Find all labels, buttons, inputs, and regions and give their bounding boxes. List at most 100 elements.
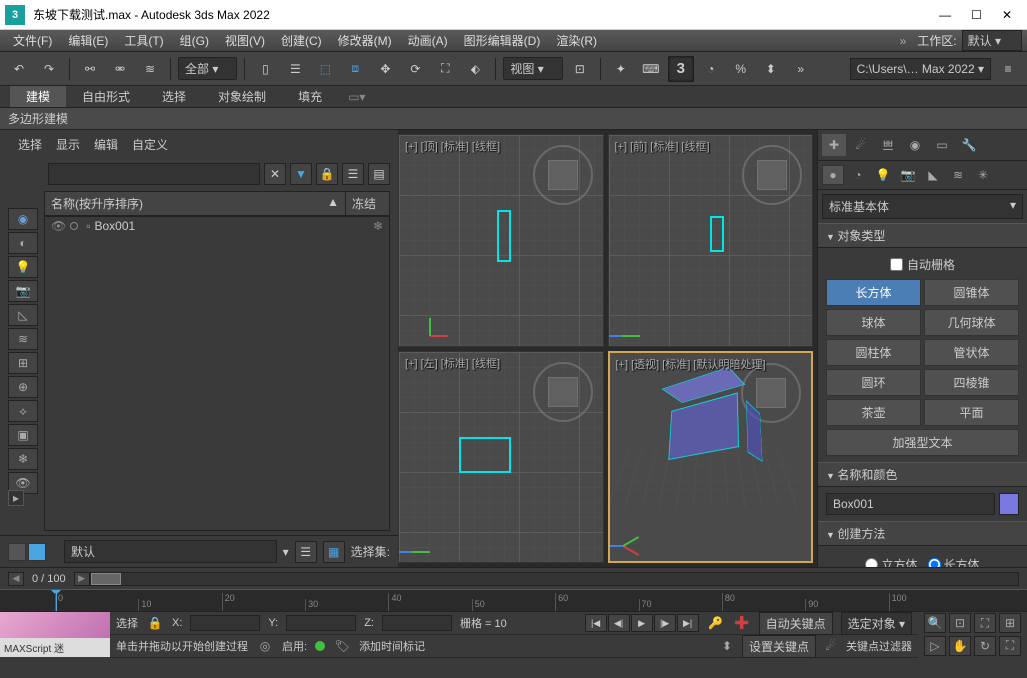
enable-indicator-icon[interactable] bbox=[315, 641, 325, 651]
autokey-button[interactable]: 自动关键点 bbox=[759, 612, 833, 635]
time-ruler[interactable]: 0 10 20 30 40 50 60 70 80 90 100 bbox=[0, 589, 1027, 611]
prev-frame-button[interactable]: ◀| bbox=[608, 614, 630, 632]
modify-panel-icon[interactable]: ☄ bbox=[849, 134, 873, 156]
object-name-input[interactable] bbox=[826, 493, 995, 515]
scene-tab-edit[interactable]: 编辑 bbox=[94, 136, 118, 153]
viewport-front[interactable]: [+] [前] [标准] [线框] bbox=[608, 134, 814, 347]
keyfilter-icon[interactable]: ☄ bbox=[822, 637, 840, 655]
menu-group[interactable]: 组(G) bbox=[172, 32, 217, 49]
prim-teapot-button[interactable]: 茶壶 bbox=[826, 399, 921, 426]
maxscript-label[interactable]: MAXScript 迷 bbox=[0, 638, 110, 657]
display-lights-icon[interactable]: 💡 bbox=[8, 256, 38, 278]
angle-snap-button[interactable]: ◔ bbox=[698, 56, 724, 82]
manipulate-button[interactable]: ✦ bbox=[608, 56, 634, 82]
scene-tab-select[interactable]: 选择 bbox=[18, 136, 42, 153]
hierarchy-panel-icon[interactable]: 쁘 bbox=[876, 134, 900, 156]
timeslider-handle[interactable] bbox=[91, 573, 121, 585]
menu-tools[interactable]: 工具(T) bbox=[116, 32, 171, 49]
timeslider-track[interactable] bbox=[90, 572, 1019, 586]
visibility-icon[interactable]: 👁 bbox=[51, 219, 66, 233]
add-key-icon[interactable]: ✚ bbox=[733, 614, 751, 632]
layout-1-button[interactable] bbox=[8, 543, 26, 561]
viewport-perspective[interactable]: [+] [透视] [标准] [默认明暗处理] bbox=[608, 351, 814, 564]
redo-button[interactable]: ↷ bbox=[36, 56, 62, 82]
selection-filter[interactable]: 全部 ▾ bbox=[178, 57, 237, 80]
viewport-top[interactable]: [+] [顶] [标准] [线框] bbox=[398, 134, 604, 347]
maximize-viewport-button[interactable]: ⛶ bbox=[999, 636, 1021, 656]
menu-views[interactable]: 视图(V) bbox=[217, 32, 273, 49]
scene-tree[interactable]: 👁 ▫ Box001 ❄ bbox=[44, 216, 390, 531]
selected-object-selector[interactable]: 选定对象 ▾ bbox=[841, 612, 912, 635]
display-xrefs-icon[interactable]: ⊕ bbox=[8, 376, 38, 398]
scene-tab-display[interactable]: 显示 bbox=[56, 136, 80, 153]
primitive-category-selector[interactable]: 标准基本体▾ bbox=[822, 194, 1023, 219]
setkey-button[interactable]: 设置关键点 bbox=[742, 635, 816, 658]
menu-edit[interactable]: 编辑(E) bbox=[60, 32, 116, 49]
ribbon-tab-objectpaint[interactable]: 对象绘制 bbox=[202, 86, 282, 107]
scene-search-input[interactable] bbox=[48, 163, 260, 185]
select-name-button[interactable]: ☰ bbox=[282, 56, 308, 82]
close-button[interactable]: ✕ bbox=[1002, 8, 1012, 22]
prim-textplus-button[interactable]: 加强型文本 bbox=[826, 429, 1019, 456]
object-color-swatch[interactable] bbox=[999, 493, 1019, 515]
zoom-extents-button[interactable]: ⛶ bbox=[974, 613, 996, 633]
goto-start-button[interactable]: |◀ bbox=[585, 614, 607, 632]
prim-cone-button[interactable]: 圆锥体 bbox=[924, 279, 1019, 306]
box-object[interactable] bbox=[678, 395, 769, 487]
ribbon-sub[interactable]: 多边形建模 bbox=[0, 108, 1027, 130]
autogrid-checkbox[interactable] bbox=[890, 258, 903, 271]
search-clear-icon[interactable]: ✕ bbox=[264, 163, 286, 185]
select-scale-button[interactable]: ⛶ bbox=[432, 56, 458, 82]
viewport-top-label[interactable]: [+] [顶] [标准] [线框] bbox=[405, 138, 500, 154]
addtag-label[interactable]: 添加时间标记 bbox=[359, 638, 425, 654]
orbit-button[interactable]: ↻ bbox=[974, 636, 996, 656]
snap-toggle-button[interactable]: 3 bbox=[668, 56, 694, 82]
ribbon-tab-modeling[interactable]: 建模 bbox=[10, 86, 66, 107]
keymode-icon[interactable]: 🔑 bbox=[707, 614, 725, 632]
zoom-extents-all-button[interactable]: ⊞ bbox=[999, 613, 1021, 633]
minimize-button[interactable]: — bbox=[939, 8, 951, 22]
percent-snap-button[interactable]: % bbox=[728, 56, 754, 82]
freeze-icon[interactable]: ❄ bbox=[373, 219, 383, 233]
utilities-panel-icon[interactable]: 🔧 bbox=[957, 134, 981, 156]
display-bone-icon[interactable]: ⟡ bbox=[8, 400, 38, 422]
toolbar-menu-icon[interactable]: ≡ bbox=[995, 56, 1021, 82]
prim-cylinder-button[interactable]: 圆柱体 bbox=[826, 339, 921, 366]
next-frame-button[interactable]: |▶ bbox=[654, 614, 676, 632]
display-spacewarps-icon[interactable]: ≋ bbox=[8, 328, 38, 350]
play-button[interactable]: ▶ bbox=[631, 614, 653, 632]
lock-selection-icon[interactable]: 🔒 bbox=[146, 614, 164, 632]
timetag-icon[interactable]: 🏷 bbox=[333, 637, 351, 655]
display-groups-icon[interactable]: ⊞ bbox=[8, 352, 38, 374]
layout-2-button[interactable] bbox=[28, 543, 46, 561]
list-icon[interactable]: ☰ bbox=[342, 163, 364, 185]
goto-end-button[interactable]: ▶| bbox=[677, 614, 699, 632]
unlink-button[interactable]: ⚮ bbox=[107, 56, 133, 82]
layer-manager-icon[interactable]: ▦ bbox=[323, 541, 345, 563]
isolate-icon[interactable]: ◎ bbox=[256, 637, 274, 655]
x-input[interactable] bbox=[190, 615, 260, 631]
z-input[interactable] bbox=[382, 615, 452, 631]
motion-panel-icon[interactable]: ◉ bbox=[903, 134, 927, 156]
tree-item[interactable]: 👁 ▫ Box001 ❄ bbox=[45, 217, 389, 235]
systems-category-icon[interactable]: ✳ bbox=[972, 165, 994, 185]
layer-stack-icon[interactable]: ☰ bbox=[295, 541, 317, 563]
prim-sphere-button[interactable]: 球体 bbox=[826, 309, 921, 336]
viewport-persp-label[interactable]: [+] [透视] [标准] [默认明暗处理] bbox=[616, 356, 766, 372]
viewcube-icon[interactable] bbox=[747, 150, 797, 200]
spinner-snap-button[interactable]: ⬍ bbox=[758, 56, 784, 82]
fov-button[interactable]: ▷ bbox=[924, 636, 946, 656]
display-geometry-icon[interactable]: ◉ bbox=[8, 208, 38, 230]
zoom-button[interactable]: 🔍 bbox=[924, 613, 946, 633]
menu-expand-icon[interactable]: » bbox=[894, 34, 913, 48]
ribbon-collapse-icon[interactable]: ▭▾ bbox=[348, 90, 365, 104]
rollout-namecolor[interactable]: 名称和颜色 bbox=[818, 462, 1027, 487]
maxscript-panel[interactable] bbox=[0, 612, 110, 638]
undo-button[interactable]: ↶ bbox=[6, 56, 32, 82]
select-move-button[interactable]: ✥ bbox=[372, 56, 398, 82]
menu-file[interactable]: 文件(F) bbox=[5, 32, 60, 49]
display-shapes-icon[interactable]: ◐ bbox=[8, 232, 38, 254]
lock-icon[interactable]: 🔒 bbox=[316, 163, 338, 185]
menu-modifiers[interactable]: 修改器(M) bbox=[330, 32, 400, 49]
tree-header-freeze[interactable]: 冻结 bbox=[345, 192, 389, 215]
